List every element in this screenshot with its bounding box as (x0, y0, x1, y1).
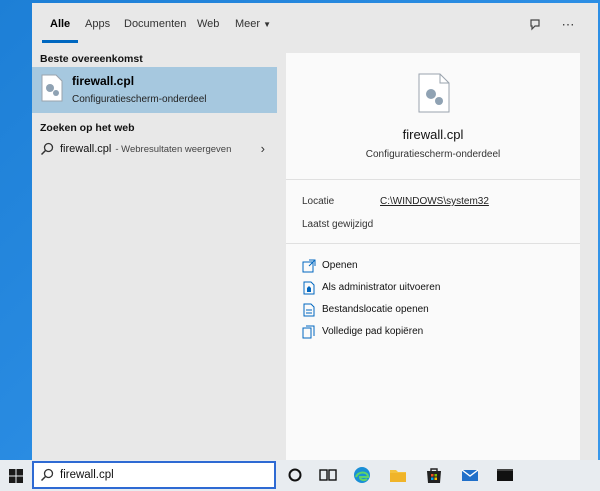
best-match-item[interactable]: firewall.cpl Configuratiescherm-onderdee… (32, 67, 277, 113)
best-match-subtitle: Configuratiescherm-onderdeel (72, 94, 207, 105)
search-panel: Alle Apps Documenten Web Meer ▼ ⋯ Beste o… (32, 3, 598, 463)
preview-pane: firewall.cpl Configuratiescherm-onderdee… (286, 53, 580, 463)
action-run-as-admin[interactable]: Als administrator uitvoeren (302, 280, 572, 298)
tab-web[interactable]: Web (197, 18, 219, 30)
task-view-icon[interactable] (318, 465, 338, 485)
run-as-admin-icon (303, 281, 315, 295)
web-result-text: firewall.cpl - Webresultaten weergeven (60, 143, 231, 155)
cortana-icon[interactable] (285, 465, 305, 485)
web-result-subtitle: - Webresultaten weergeven (115, 144, 232, 155)
action-open-label: Openen (322, 260, 358, 271)
taskbar-search-box[interactable]: firewall.cpl (32, 461, 276, 489)
file-location-icon (303, 303, 315, 317)
store-icon[interactable] (424, 465, 444, 485)
tab-all[interactable]: Alle (50, 18, 70, 30)
best-match-heading: Beste overeenkomst (40, 53, 143, 65)
mail-icon[interactable] (460, 465, 480, 485)
best-match-name: firewall.cpl (72, 74, 135, 88)
location-link[interactable]: C:\WINDOWS\system32 (380, 196, 489, 207)
location-label: Locatie (302, 196, 335, 207)
terminal-icon[interactable] (495, 465, 515, 485)
action-run-as-admin-label: Als administrator uitvoeren (322, 282, 441, 293)
search-icon (40, 468, 54, 482)
search-input[interactable]: firewall.cpl (60, 469, 114, 481)
control-panel-file-icon (41, 74, 63, 102)
web-result-query: firewall.cpl (60, 143, 112, 155)
tab-apps[interactable]: Apps (85, 18, 110, 30)
last-modified-label: Laatst gewijzigd (302, 219, 374, 230)
tab-more-label: Meer (235, 18, 261, 30)
preview-title: firewall.cpl (402, 127, 464, 142)
search-tabs: Alle Apps Documenten Web Meer ▼ ⋯ (32, 3, 598, 47)
taskbar: firewall.cpl (0, 460, 600, 491)
chevron-down-icon: ▼ (263, 20, 271, 29)
file-explorer-icon[interactable] (388, 465, 408, 485)
preview-subtitle: Configuratiescherm-onderdeel (365, 149, 501, 160)
active-tab-indicator (42, 40, 78, 43)
action-open-file-location-label: Bestandslocatie openen (322, 304, 429, 315)
control-panel-file-icon (418, 73, 450, 113)
divider (286, 243, 580, 244)
feedback-icon[interactable] (526, 15, 546, 35)
action-open-file-location[interactable]: Bestandslocatie openen (302, 302, 572, 320)
windows-start-icon[interactable] (9, 469, 23, 483)
chevron-right-icon[interactable]: › (261, 141, 265, 156)
action-copy-path-label: Volledige pad kopiëren (322, 326, 424, 337)
results-list: Beste overeenkomst firewall.cpl Configur… (32, 47, 277, 463)
more-options-icon[interactable]: ⋯ (558, 15, 578, 35)
tab-more[interactable]: Meer ▼ (235, 18, 271, 30)
tab-documents[interactable]: Documenten (124, 18, 186, 30)
edge-icon[interactable] (352, 465, 372, 485)
action-copy-path[interactable]: Volledige pad kopiëren (302, 324, 572, 342)
copy-path-icon (302, 325, 315, 339)
action-open[interactable]: Openen (302, 258, 572, 276)
web-search-heading: Zoeken op het web (40, 122, 135, 134)
open-icon (302, 259, 316, 273)
search-icon (40, 142, 54, 156)
divider (286, 179, 580, 180)
web-result-item[interactable]: firewall.cpl - Webresultaten weergeven › (32, 139, 277, 161)
